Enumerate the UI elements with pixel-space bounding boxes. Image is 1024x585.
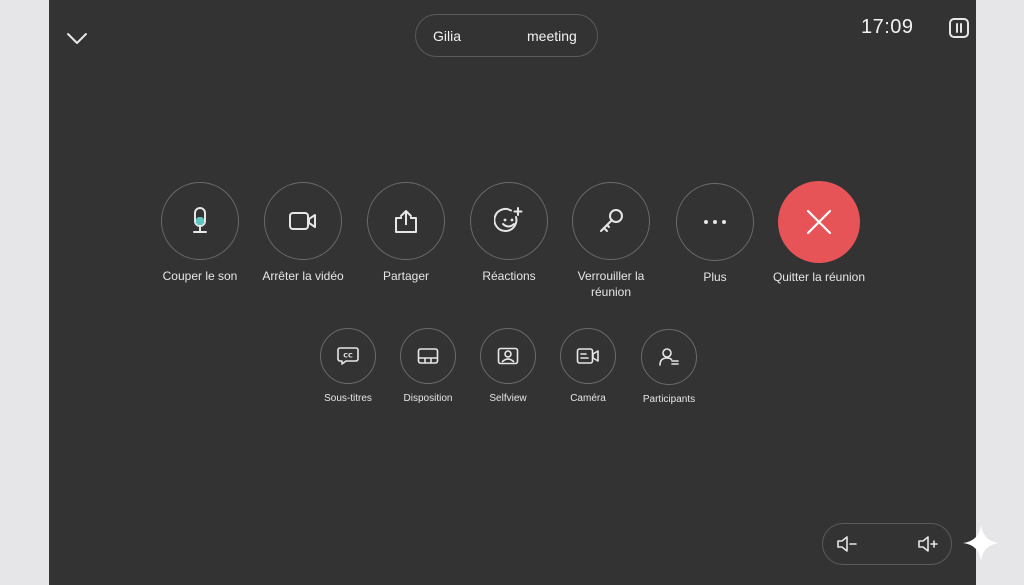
- share-control: Partager: [346, 182, 466, 284]
- participants-button[interactable]: [641, 329, 697, 385]
- video-camera-icon: [288, 210, 318, 232]
- selfview-icon: [497, 347, 519, 365]
- microphone-icon: [187, 206, 213, 236]
- meeting-title[interactable]: Gilia meeting: [415, 14, 598, 57]
- key-icon: [597, 207, 625, 235]
- share-label: Partager: [382, 269, 430, 283]
- more-dots-icon: [702, 219, 728, 225]
- more-button[interactable]: [676, 183, 754, 261]
- reactions-button[interactable]: [470, 182, 548, 260]
- volume-up-button[interactable]: [916, 533, 940, 555]
- pause-icon: [948, 17, 970, 39]
- camera-settings-icon: [576, 347, 600, 365]
- more-control: Plus: [655, 183, 775, 285]
- leave-meeting-label: Quitter la réunion: [772, 270, 866, 284]
- leave-meeting-control: Quitter la réunion: [759, 181, 879, 285]
- volume-control: [822, 523, 952, 565]
- layout-button[interactable]: [400, 328, 456, 384]
- meeting-title-part2: meeting: [527, 28, 577, 44]
- participants-label: Participants: [642, 394, 696, 405]
- collapse-button[interactable]: [63, 26, 91, 52]
- close-icon: [804, 207, 834, 237]
- svg-text:CC: CC: [343, 352, 353, 360]
- pause-button[interactable]: [948, 17, 970, 39]
- emoji-add-icon: [494, 206, 524, 236]
- layout-icon: [417, 347, 439, 365]
- volume-up-icon: [916, 533, 940, 555]
- chevron-down-icon: [66, 32, 88, 46]
- more-label: Plus: [703, 270, 727, 284]
- captions-button[interactable]: CC: [320, 328, 376, 384]
- stop-video-label: Arrêter la vidéo: [262, 269, 344, 283]
- selfview-button[interactable]: [480, 328, 536, 384]
- meeting-title-part1: Gilia: [433, 28, 462, 44]
- stop-video-control: Arrêter la vidéo: [243, 182, 363, 284]
- lock-meeting-button[interactable]: [572, 182, 650, 260]
- share-button[interactable]: [367, 182, 445, 260]
- mute-control: Couper le son: [140, 182, 260, 284]
- closed-captions-icon: CC: [337, 346, 359, 366]
- volume-down-button[interactable]: [835, 533, 859, 555]
- meeting-controls-panel: [49, 0, 976, 585]
- stop-video-button[interactable]: [264, 182, 342, 260]
- volume-down-icon: [835, 533, 859, 555]
- participants-icon: [658, 347, 680, 367]
- participants-control: Participants: [619, 329, 719, 406]
- lock-meeting-label: Verrouiller la réunion: [577, 269, 645, 299]
- leave-meeting-button[interactable]: [778, 181, 860, 263]
- clock: 17:09: [861, 16, 914, 38]
- sparkle-icon: [962, 524, 1000, 562]
- share-icon: [392, 207, 420, 235]
- mute-label: Couper le son: [162, 269, 238, 283]
- lock-meeting-control: Verrouiller la réunion: [551, 182, 671, 300]
- mute-button[interactable]: [161, 182, 239, 260]
- camera-button[interactable]: [560, 328, 616, 384]
